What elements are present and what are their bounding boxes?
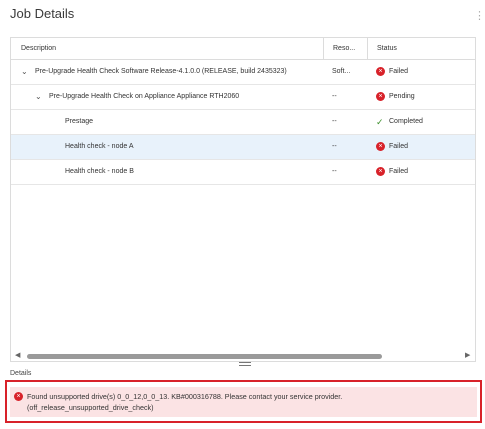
row-status: Completed bbox=[389, 118, 423, 125]
chevron-down-icon[interactable]: ⌄ bbox=[35, 85, 42, 109]
row-description: Health check - node B bbox=[65, 168, 134, 175]
table-row[interactable]: ⌄ Pre-Upgrade Health Check on Appliance … bbox=[11, 85, 475, 110]
chevron-down-icon[interactable]: ⌄ bbox=[21, 60, 28, 84]
row-description: Health check - node A bbox=[65, 143, 134, 150]
row-resource: -- bbox=[332, 168, 337, 175]
error-code-line: (off_release_unsupported_drive_check) bbox=[27, 403, 154, 412]
row-description: Prestage bbox=[65, 118, 94, 125]
error-icon: × bbox=[14, 392, 23, 401]
column-divider[interactable] bbox=[323, 38, 324, 60]
error-message-line: Found unsupported drive(s) 0_0_12,0_0_13… bbox=[27, 392, 343, 401]
column-header-resource[interactable]: Reso... bbox=[333, 38, 355, 60]
row-status: Pending bbox=[389, 93, 415, 100]
row-status: Failed bbox=[389, 168, 409, 175]
error-highlight-box: × Found unsupported drive(s) 0_0_12,0_0_… bbox=[5, 380, 482, 423]
table-row[interactable]: ⌄ Pre-Upgrade Health Check Software Rele… bbox=[11, 60, 475, 85]
column-divider[interactable] bbox=[367, 38, 368, 60]
table-row[interactable]: Prestage -- ✓ Completed bbox=[11, 110, 475, 135]
scroll-right-icon[interactable]: ▶ bbox=[465, 351, 470, 361]
row-status: Failed bbox=[389, 68, 409, 75]
job-details-grid: Description Reso... Status ⌄ Pre-Upgrade… bbox=[10, 37, 476, 362]
horizontal-scrollbar[interactable]: ◀ ▶ bbox=[11, 351, 475, 361]
error-icon: × bbox=[376, 92, 385, 101]
error-icon: × bbox=[376, 167, 385, 176]
row-resource: -- bbox=[332, 143, 337, 150]
table-row[interactable]: Health check - node B -- × Failed bbox=[11, 160, 475, 185]
more-options-icon[interactable]: ⋮ bbox=[474, 9, 485, 22]
page-title: Job Details bbox=[10, 6, 75, 21]
check-icon: ✓ bbox=[376, 117, 384, 127]
row-resource: -- bbox=[332, 118, 337, 125]
row-status: Failed bbox=[389, 143, 409, 150]
column-header-status[interactable]: Status bbox=[377, 38, 397, 60]
error-message: Found unsupported drive(s) 0_0_12,0_0_13… bbox=[27, 391, 467, 413]
error-icon: × bbox=[376, 142, 385, 151]
row-resource: Soft... bbox=[332, 68, 351, 75]
table-row[interactable]: Health check - node A -- × Failed bbox=[11, 135, 475, 160]
row-resource: -- bbox=[332, 93, 337, 100]
scrollbar-thumb[interactable] bbox=[27, 354, 382, 359]
column-header-description[interactable]: Description bbox=[21, 38, 56, 60]
row-description: Pre-Upgrade Health Check Software Releas… bbox=[35, 68, 287, 75]
error-icon: × bbox=[376, 67, 385, 76]
pane-splitter-handle[interactable] bbox=[239, 362, 251, 366]
error-message-panel: × Found unsupported drive(s) 0_0_12,0_0_… bbox=[10, 387, 477, 417]
grid-header: Description Reso... Status bbox=[11, 38, 475, 60]
row-description: Pre-Upgrade Health Check on Appliance Ap… bbox=[49, 93, 240, 100]
scroll-left-icon[interactable]: ◀ bbox=[15, 351, 20, 361]
details-label: Details bbox=[10, 370, 32, 377]
